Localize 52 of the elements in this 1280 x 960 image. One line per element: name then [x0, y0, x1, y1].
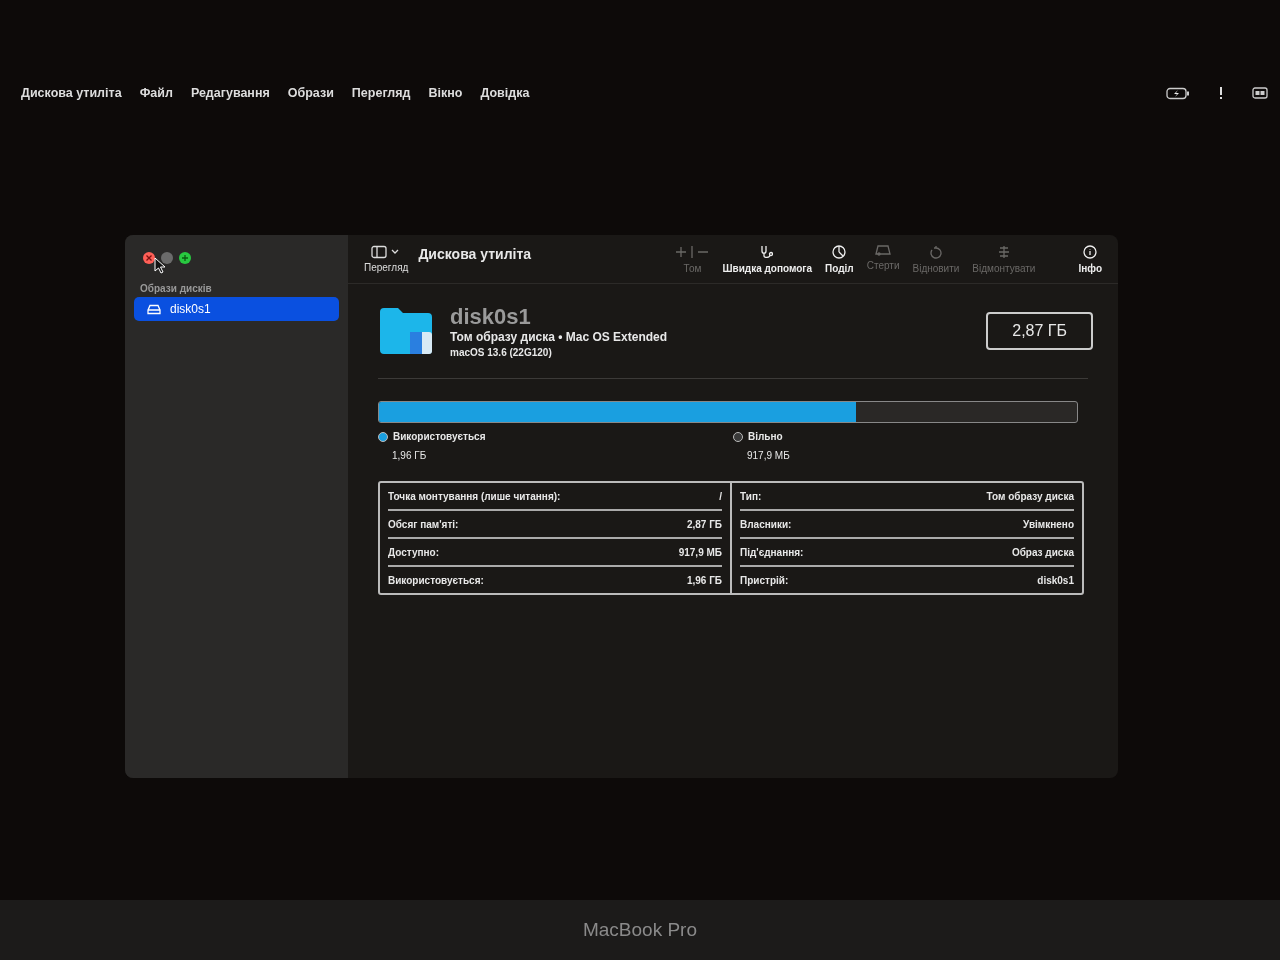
laptop-model-label: MacBook Pro — [582, 919, 697, 941]
toolbar-button[interactable]: Швидка допомога — [720, 242, 815, 276]
toolbar-button[interactable]: Інфо — [1076, 242, 1104, 276]
detail-label: Обсяг пам'яті: — [388, 519, 459, 530]
partition-icon — [832, 245, 847, 259]
menu-item[interactable]: Довідка — [480, 86, 530, 100]
folder-icon — [378, 306, 434, 356]
detail-label: Тип: — [740, 491, 762, 502]
sidebar-item[interactable]: disk0s1 — [134, 297, 339, 321]
toolbar-button[interactable]: Поділ — [823, 242, 856, 276]
capacity-badge: 2,87 ГБ — [986, 312, 1093, 350]
menu-item[interactable]: Файл — [139, 86, 173, 100]
detail-label: Власники: — [740, 519, 792, 530]
volume-name: disk0s1 — [450, 304, 532, 330]
detail-value: 2,87 ГБ — [686, 519, 722, 530]
detail-value: Образ диска — [1011, 547, 1074, 558]
window-title: Дискова утиліта — [418, 246, 532, 262]
detail-value: Том образу диска — [986, 491, 1074, 502]
os-version: macOS 13.6 (22G120) — [450, 347, 553, 358]
menu-item[interactable]: Редагування — [190, 86, 270, 100]
detail-value: 1,96 ГБ — [686, 575, 722, 586]
restore-icon — [929, 245, 942, 259]
menu-item[interactable]: Вікно — [428, 86, 463, 100]
display-icon[interactable] — [1252, 87, 1268, 99]
legend-value: 917,9 МБ — [747, 450, 791, 461]
volume-subtitle: Том образу диска • Mac OS Extended — [450, 330, 669, 344]
erase-icon — [875, 245, 892, 256]
volume-icon — [675, 245, 710, 259]
detail-label: Доступно: — [388, 547, 439, 558]
info-icon — [1083, 245, 1098, 259]
detail-label: Точка монтування (лише читання): — [388, 491, 561, 502]
sidebar-section-label: Образи дисків — [140, 283, 213, 294]
unmount-icon — [997, 245, 1010, 259]
first-aid-icon — [761, 245, 774, 259]
menu-item[interactable]: Дискова утиліта — [21, 86, 122, 100]
battery-charging-icon[interactable] — [1166, 86, 1190, 100]
legend-value: 1,96 ГБ — [392, 450, 428, 461]
exclamation-icon[interactable] — [1218, 86, 1224, 100]
legend-label: Вільно — [748, 431, 783, 442]
cursor-icon — [154, 257, 166, 274]
menu-item[interactable]: Образи — [287, 86, 334, 100]
detail-label: Пристрій: — [740, 575, 789, 586]
menu-item[interactable]: Перегляд — [351, 86, 411, 100]
detail-label: Під'єднання: — [740, 547, 804, 558]
detail-value: 917,9 МБ — [678, 547, 722, 558]
detail-value: Увімкнено — [1023, 519, 1074, 530]
view-button[interactable]: Перегляд — [362, 243, 411, 275]
drive-icon — [147, 303, 161, 315]
detail-label: Використовується: — [388, 575, 484, 586]
legend-label: Використовується — [393, 431, 486, 442]
detail-value: / — [719, 491, 722, 502]
detail-value: disk0s1 — [1037, 575, 1074, 586]
